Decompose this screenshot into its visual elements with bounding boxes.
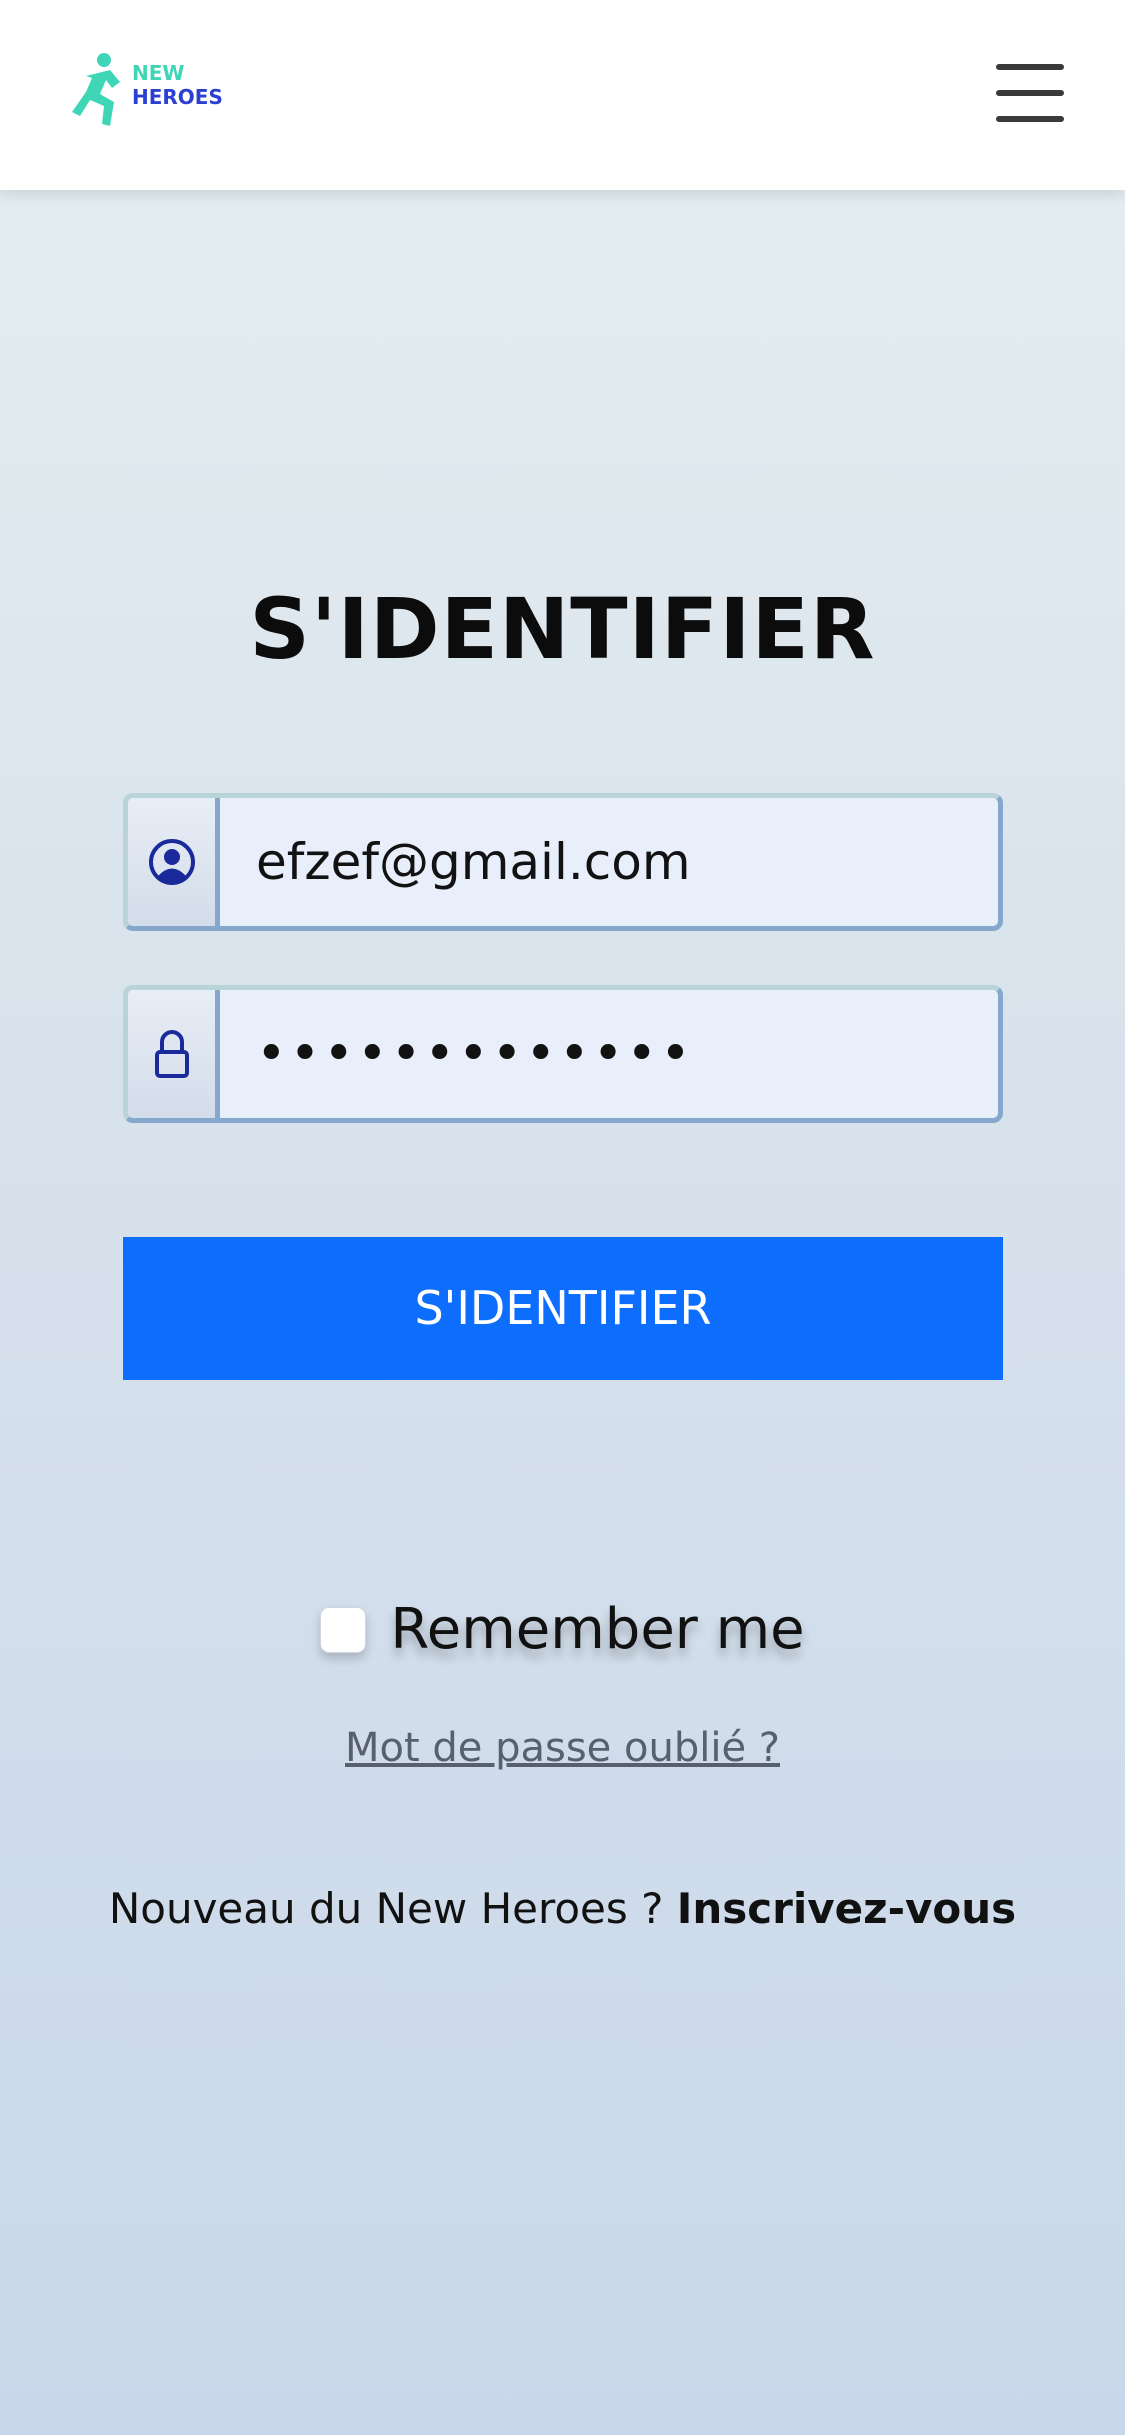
remember-me-label[interactable]: Remember me (390, 1597, 804, 1662)
password-input[interactable] (220, 990, 998, 1118)
signup-link[interactable]: Inscrivez-vous (677, 1884, 1016, 1933)
password-field[interactable] (123, 985, 1003, 1123)
svg-text:NEW: NEW (132, 61, 184, 85)
remember-me-row: Remember me (0, 1597, 1125, 1662)
new-heroes-logo[interactable]: NEW HEROES (40, 42, 240, 154)
sign-in-button[interactable]: S'IDENTIFIER (123, 1237, 1003, 1380)
email-addon (128, 798, 220, 926)
password-addon (128, 990, 220, 1118)
email-input[interactable] (220, 798, 998, 926)
email-field[interactable] (123, 793, 1003, 931)
remember-me-checkbox[interactable] (320, 1606, 367, 1653)
forgot-password-link[interactable]: Mot de passe oublié ? (0, 1725, 1125, 1771)
lock-icon (154, 1030, 189, 1078)
signup-prompt-text: Nouveau du New Heroes ? (108, 1884, 677, 1933)
svg-text:HEROES: HEROES (132, 85, 223, 109)
signup-prompt: Nouveau du New Heroes ? Inscrivez-vous (0, 1884, 1125, 1933)
top-navbar: NEW HEROES (0, 0, 1125, 190)
user-circle-icon (148, 839, 195, 885)
page-title: S'IDENTIFIER (249, 580, 876, 678)
hamburger-menu-icon[interactable] (992, 60, 1070, 126)
